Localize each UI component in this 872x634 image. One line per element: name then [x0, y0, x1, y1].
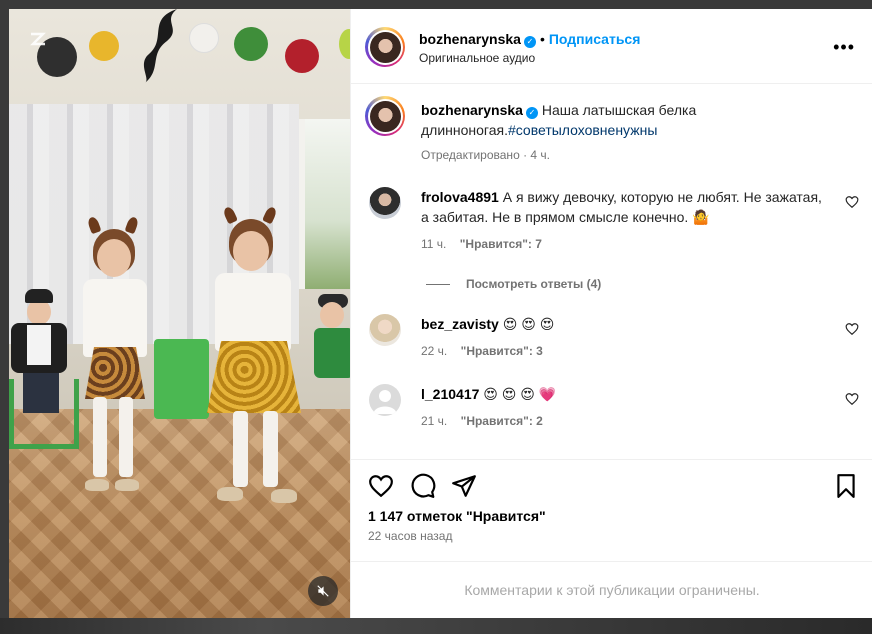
decoration-pompom: [285, 39, 319, 73]
mute-button[interactable]: [308, 576, 338, 606]
comments-restricted-notice: Комментарии к этой публикации ограничены…: [351, 561, 872, 618]
video-child-squirrel-right: [197, 205, 307, 507]
post-caption: bozhenarynska ✓ Наша латышская белка длин…: [421, 100, 701, 162]
decoration-pompom: [234, 27, 268, 61]
video-child-squirrel-left: [71, 215, 161, 507]
video-watermark-icon: [29, 31, 47, 47]
comment-likes[interactable]: "Нравится": 3: [461, 344, 543, 358]
comment-text: 😍 😍 😍 💗: [483, 386, 557, 402]
comment-like-heart-icon[interactable]: [845, 195, 859, 209]
replies-divider: [426, 283, 450, 285]
comment-like-heart-icon[interactable]: [845, 392, 859, 406]
comment-item: frolova4891 А я вижу девочку, которую не…: [369, 187, 859, 277]
more-icon: •••: [833, 37, 855, 57]
author-avatar[interactable]: [365, 27, 405, 67]
comment-time: 22 ч.: [421, 344, 448, 358]
post-actions-bar: [351, 459, 872, 507]
caption-username[interactable]: bozhenarynska: [421, 102, 523, 118]
comment-avatar[interactable]: [369, 384, 401, 416]
comment-like-heart-icon[interactable]: [845, 322, 859, 336]
comment-username[interactable]: bez_zavisty: [421, 316, 499, 332]
comment-icon[interactable]: [410, 473, 436, 499]
comment-likes[interactable]: "Нравится": 2: [461, 414, 543, 428]
video-child-seated: [314, 294, 350, 424]
follow-button[interactable]: Подписаться: [549, 31, 641, 47]
heart-icon[interactable]: [368, 473, 394, 499]
post-time[interactable]: 22 часов назад: [368, 529, 452, 543]
video-chair: [9, 379, 79, 449]
author-username[interactable]: bozhenarynska: [419, 31, 521, 47]
comment-text: 😍 😍 😍: [502, 316, 555, 332]
caption-hashtag[interactable]: #советылоховненужны: [508, 122, 657, 138]
caption-meta: Отредактировано · 4 ч.: [421, 148, 550, 162]
comment-username[interactable]: frolova4891: [421, 189, 499, 205]
decoration-streamer: [143, 9, 177, 83]
author-line: bozhenarynska ✓ • Подписаться: [419, 31, 640, 49]
audio-label[interactable]: Оригинальное аудио: [419, 51, 535, 65]
comment-username[interactable]: l_210417: [421, 386, 479, 402]
decoration-pompom: [189, 23, 219, 53]
more-options-button[interactable]: •••: [833, 37, 855, 58]
view-replies-button[interactable]: Посмотреть ответы (4): [426, 277, 601, 291]
likes-count[interactable]: 1 147 отметок "Нравится": [368, 508, 546, 524]
decoration-pompom: [89, 31, 119, 61]
comment-emoji: 🤷: [692, 209, 710, 225]
post-header: bozhenarynska ✓ • Подписаться Оригинальное …: [351, 9, 872, 84]
comment-avatar[interactable]: [369, 187, 401, 219]
post-video[interactable]: [9, 9, 350, 618]
verified-badge-icon: ✓: [525, 107, 538, 119]
verified-badge-icon: ✓: [523, 35, 536, 48]
comment-avatar[interactable]: [369, 314, 401, 346]
comment-time: 11 ч.: [421, 237, 447, 251]
comment-item: l_210417 😍 😍 😍 💗 21 ч. "Нравится": 2: [369, 384, 859, 444]
comment-time: 21 ч.: [421, 414, 448, 428]
view-replies-label: Посмотреть ответы (4): [466, 277, 602, 291]
comment-item: bez_zavisty 😍 😍 😍 22 ч. "Нравится": 3: [369, 314, 859, 374]
page-backdrop: [0, 618, 872, 634]
muted-speaker-icon: [317, 585, 329, 597]
share-icon[interactable]: [451, 473, 477, 499]
comment-likes[interactable]: "Нравится": 7: [460, 237, 542, 251]
post-modal: bozhenarynska ✓ • Подписаться Оригинальное …: [9, 9, 872, 618]
separator-dot: •: [539, 31, 545, 47]
caption-author-avatar[interactable]: [365, 96, 405, 136]
post-details-panel: bozhenarynska ✓ • Подписаться Оригинальное …: [350, 9, 872, 618]
bookmark-icon[interactable]: [833, 473, 859, 499]
